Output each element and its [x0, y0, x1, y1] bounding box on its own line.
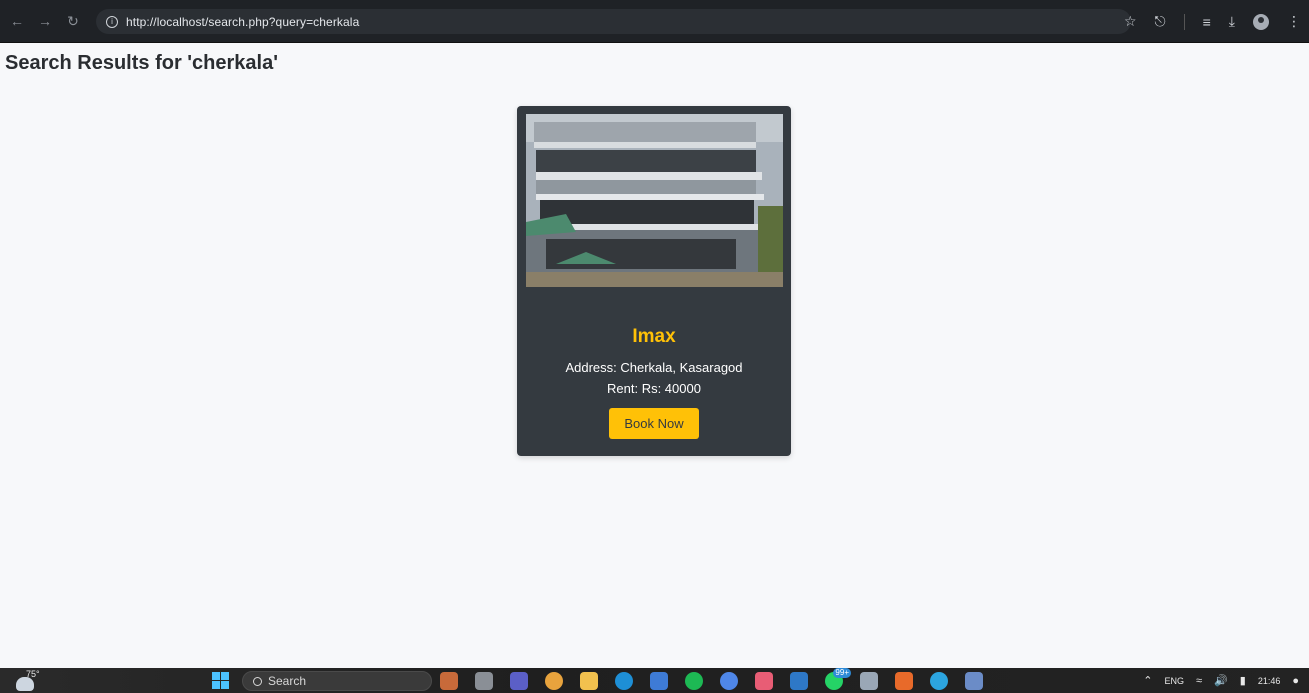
extensions-icon[interactable]: ⎋ — [1155, 13, 1166, 30]
chevron-up-icon[interactable]: ⌃ — [1143, 674, 1152, 687]
teams-icon[interactable] — [510, 672, 528, 690]
cloud-icon — [16, 677, 34, 691]
weather-widget[interactable]: 75° — [10, 668, 40, 693]
chrome-profile-icon[interactable] — [720, 672, 738, 690]
battery-icon[interactable]: ▮ — [1240, 674, 1246, 687]
whatsapp-badge: 99+ — [833, 668, 851, 678]
store-icon[interactable] — [650, 672, 668, 690]
book-now-button[interactable]: Book Now — [609, 408, 699, 439]
whatsapp-icon[interactable]: 99+ — [825, 668, 851, 690]
taskbar-search[interactable]: Search — [242, 671, 432, 691]
star-icon[interactable]: ☆ — [1124, 13, 1137, 30]
system-tray: ⌃ ENG ≈ 🔊 ▮ 21:46 ● — [1143, 668, 1299, 693]
taskbar-search-label: Search — [268, 674, 307, 688]
notification-icon[interactable]: ● — [1292, 675, 1299, 687]
edge-icon[interactable] — [615, 672, 633, 690]
download-icon[interactable]: ⤓ — [1229, 13, 1235, 30]
toolbar-right: ☆ ⎋ ≡ ⤓ ⋮ — [1124, 0, 1301, 43]
address-bar[interactable]: i http://localhost/search.php?query=cher… — [96, 9, 1131, 34]
clock[interactable]: 21:46 — [1258, 676, 1281, 686]
wifi-icon[interactable]: ≈ — [1196, 675, 1202, 687]
task-view-icon[interactable] — [475, 672, 493, 690]
settings-icon[interactable] — [860, 672, 878, 690]
result-rent: Rent: Rs: 40000 — [607, 381, 701, 396]
weather-temp: 75° — [26, 669, 40, 679]
forward-arrow-icon[interactable]: → — [34, 10, 56, 32]
result-card: Imax Address: Cherkala, Kasaragod Rent: … — [517, 106, 791, 456]
volume-icon[interactable]: 🔊 — [1214, 674, 1228, 687]
page-title: Search Results for 'cherkala' — [5, 52, 278, 74]
taskbar: 75° Search 99+ ⌃ ENG ≈ 🔊 ▮ 21:46 ● — [0, 668, 1309, 693]
reading-list-icon[interactable]: ≡ — [1203, 14, 1211, 30]
language-indicator[interactable]: ENG — [1164, 676, 1184, 686]
temple-icon[interactable] — [440, 672, 458, 690]
building-image — [526, 114, 783, 287]
telegram-icon[interactable] — [930, 672, 948, 690]
toolbar-divider — [1183, 13, 1185, 30]
vscode-icon[interactable] — [790, 672, 808, 690]
search-icon — [253, 676, 262, 686]
menu-icon[interactable]: ⋮ — [1287, 13, 1301, 30]
windows-start-icon[interactable] — [212, 672, 229, 689]
back-arrow-icon[interactable]: ← — [6, 10, 28, 32]
xampp-icon[interactable] — [895, 672, 913, 690]
calendar-app-icon[interactable] — [755, 672, 773, 690]
browser-toolbar: ← → ↻ i http://localhost/search.php?quer… — [0, 0, 1309, 43]
spotify-icon[interactable] — [685, 672, 703, 690]
taskbar-apps: 99+ — [440, 668, 983, 690]
url-text[interactable]: http://localhost/search.php?query=cherka… — [126, 15, 359, 29]
profile-icon[interactable] — [1253, 13, 1269, 30]
result-address: Address: Cherkala, Kasaragod — [565, 360, 743, 375]
reload-icon[interactable]: ↻ — [62, 10, 84, 32]
notepad-icon[interactable] — [965, 672, 983, 690]
result-title: Imax — [632, 326, 676, 347]
info-icon[interactable]: i — [106, 15, 118, 28]
building-photo — [526, 114, 783, 287]
file-explorer-icon[interactable] — [580, 672, 598, 690]
chrome-icon[interactable] — [545, 672, 563, 690]
